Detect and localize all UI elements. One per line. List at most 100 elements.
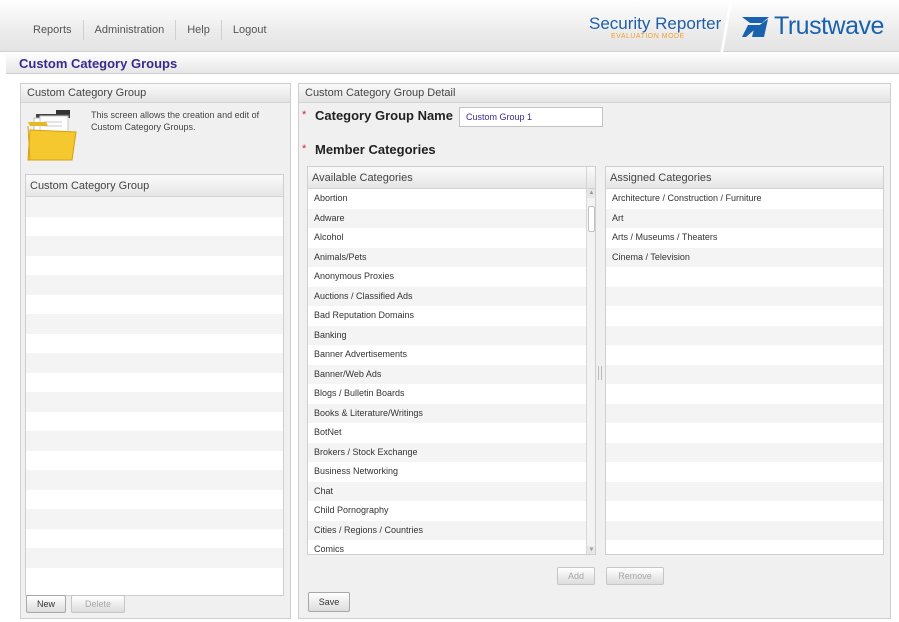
assigned-category-item[interactable]: Cinema / Television	[606, 247, 883, 267]
folder-icon	[27, 110, 77, 161]
empty-row	[26, 509, 283, 529]
empty-row	[26, 451, 283, 471]
empty-row	[26, 373, 283, 393]
available-category-item[interactable]: Alcohol	[308, 228, 586, 248]
empty-row	[26, 217, 283, 237]
available-category-item[interactable]: Cities / Regions / Countries	[308, 520, 586, 540]
scroll-down-arrow-icon[interactable]: ▼	[587, 546, 595, 554]
assigned-categories-header: Assigned Categories	[606, 167, 883, 189]
new-button[interactable]: New	[26, 595, 66, 613]
available-category-item[interactable]: Adware	[308, 208, 586, 228]
empty-row	[26, 295, 283, 315]
available-category-item[interactable]: Brokers / Stock Exchange	[308, 442, 586, 462]
empty-row	[26, 334, 283, 354]
empty-row	[26, 353, 283, 373]
category-group-name-input[interactable]	[459, 107, 603, 127]
required-marker: *	[302, 143, 307, 155]
required-marker: *	[302, 109, 307, 121]
assigned-category-item[interactable]: Art	[606, 208, 883, 228]
empty-row	[606, 325, 883, 345]
assigned-category-item[interactable]: Architecture / Construction / Furniture	[606, 189, 883, 209]
empty-row	[606, 520, 883, 540]
available-category-item[interactable]: Animals/Pets	[308, 247, 586, 267]
empty-row	[606, 267, 883, 287]
empty-row	[26, 490, 283, 510]
available-category-item[interactable]: Business Networking	[308, 462, 586, 482]
available-category-item[interactable]: Banner/Web Ads	[308, 364, 586, 384]
empty-row	[26, 431, 283, 451]
empty-row	[26, 197, 283, 217]
list-splitter-handle[interactable]	[598, 366, 602, 380]
delete-button[interactable]: Delete	[71, 595, 125, 613]
evaluation-mode-label: EVALUATION MODE	[611, 33, 685, 40]
available-category-item[interactable]: BotNet	[308, 423, 586, 443]
empty-row	[606, 345, 883, 365]
trustwave-wordmark: Trustwave	[774, 12, 884, 40]
scroll-up-arrow-icon[interactable]: ▲	[587, 189, 595, 198]
custom-category-group-panel: Custom Category Group This screen allows…	[20, 83, 291, 619]
empty-row	[606, 286, 883, 306]
empty-row	[26, 275, 283, 295]
custom-category-group-detail-panel: Custom Category Group Detail * Category …	[298, 83, 891, 619]
available-category-item[interactable]: Auctions / Classified Ads	[308, 286, 586, 306]
empty-row	[606, 364, 883, 384]
detail-panel-header: Custom Category Group Detail	[299, 84, 890, 103]
add-button[interactable]: Add	[557, 567, 595, 585]
available-category-rows: Abortion Adware Alcohol Animals/Pets Anonymo…	[308, 189, 586, 554]
empty-row	[26, 548, 283, 568]
page-title: Custom Category Groups	[6, 54, 899, 74]
empty-row	[606, 442, 883, 462]
empty-row	[26, 529, 283, 549]
product-title: Security Reporter EVALUATION MODE	[589, 14, 721, 40]
remove-button[interactable]: Remove	[606, 567, 664, 585]
scroll-thumb[interactable]	[588, 206, 595, 232]
nav-help[interactable]: Help	[176, 20, 222, 40]
empty-row	[606, 403, 883, 423]
top-bar: Reports Administration Help Logout Secur…	[0, 0, 899, 52]
empty-row	[26, 568, 283, 588]
empty-row	[26, 236, 283, 256]
empty-row	[606, 462, 883, 482]
nav-logout[interactable]: Logout	[222, 20, 278, 40]
group-list-rows	[26, 197, 283, 587]
empty-row	[606, 540, 883, 554]
product-name: Security Reporter	[589, 14, 722, 33]
intro-section: This screen allows the creation and edit…	[21, 103, 290, 165]
empty-row	[606, 423, 883, 443]
available-category-item[interactable]: Books & Literature/Writings	[308, 403, 586, 423]
assigned-category-item[interactable]: Arts / Museums / Theaters	[606, 228, 883, 248]
available-category-item[interactable]: Bad Reputation Domains	[308, 306, 586, 326]
main-nav: Reports Administration Help Logout	[22, 20, 278, 40]
empty-row	[26, 314, 283, 334]
save-button[interactable]: Save	[308, 592, 350, 612]
available-category-item[interactable]: Comics	[308, 540, 586, 554]
available-category-item[interactable]: Chat	[308, 481, 586, 501]
custom-category-group-list[interactable]: Custom Category Group	[25, 174, 284, 596]
nav-reports[interactable]: Reports	[22, 20, 84, 40]
available-category-item[interactable]: Anonymous Proxies	[308, 267, 586, 287]
assigned-category-rows: Architecture / Construction / Furniture A…	[606, 189, 883, 554]
available-categories-header: Available Categories	[308, 167, 586, 189]
assigned-categories-list[interactable]: Assigned Categories Architecture / Const…	[605, 166, 884, 555]
available-list-scrollbar[interactable]: ▲ ▼	[586, 189, 595, 554]
group-list-header: Custom Category Group	[26, 175, 283, 197]
available-category-item[interactable]: Blogs / Bulletin Boards	[308, 384, 586, 404]
category-group-name-label: Category Group Name	[315, 108, 453, 123]
nav-administration[interactable]: Administration	[84, 20, 177, 40]
empty-row	[26, 256, 283, 276]
available-category-item[interactable]: Banner Advertisements	[308, 345, 586, 365]
trustwave-mark-icon	[742, 16, 769, 37]
empty-row	[606, 306, 883, 326]
available-category-item[interactable]: Child Pornography	[308, 501, 586, 521]
trustwave-logo: Trustwave	[742, 12, 884, 41]
intro-text: This screen allows the creation and edit…	[91, 110, 260, 132]
available-category-item[interactable]: Banking	[308, 325, 586, 345]
available-categories-list[interactable]: Available Categories Abortion Adware Alcoh…	[307, 166, 596, 555]
empty-row	[26, 470, 283, 490]
left-panel-header: Custom Category Group	[21, 84, 290, 103]
empty-row	[26, 412, 283, 432]
available-category-item[interactable]: Abortion	[308, 189, 586, 209]
empty-row	[26, 392, 283, 412]
empty-row	[606, 501, 883, 521]
empty-row	[606, 481, 883, 501]
